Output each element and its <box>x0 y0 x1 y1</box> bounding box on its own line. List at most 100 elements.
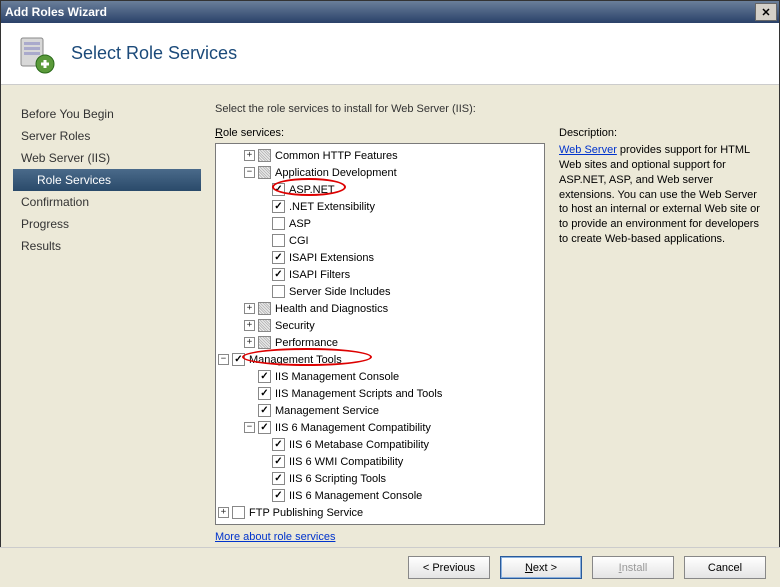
checkbox[interactable] <box>272 217 285 230</box>
checkbox[interactable] <box>258 370 271 383</box>
tree-node[interactable]: IIS 6 Management Console <box>218 487 542 504</box>
checkbox[interactable] <box>272 268 285 281</box>
tree-node[interactable]: IIS 6 Metabase Compatibility <box>218 436 542 453</box>
collapse-icon[interactable]: − <box>218 354 229 365</box>
expander-placeholder <box>258 218 269 229</box>
checkbox[interactable] <box>232 353 245 366</box>
tree-node[interactable]: IIS 6 Scripting Tools <box>218 470 542 487</box>
sidebar-item-confirmation[interactable]: Confirmation <box>17 191 201 213</box>
tree-node[interactable]: +Common HTTP Features <box>218 147 542 164</box>
tree-node[interactable]: IIS Management Scripts and Tools <box>218 385 542 402</box>
checkbox[interactable] <box>272 251 285 264</box>
tree-node-label: ASP.NET <box>289 184 335 196</box>
checkbox[interactable] <box>272 234 285 247</box>
instruction-text: Select the role services to install for … <box>215 103 765 115</box>
wizard-header: Select Role Services <box>1 23 779 85</box>
checkbox[interactable] <box>272 455 285 468</box>
tree-node-label: Health and Diagnostics <box>275 303 388 315</box>
checkbox[interactable] <box>258 149 271 162</box>
description-label: Description: <box>559 127 765 139</box>
role-services-tree[interactable]: +Common HTTP Features − Application Develo… <box>215 143 545 525</box>
checkbox[interactable] <box>258 421 271 434</box>
server-role-icon <box>15 34 55 74</box>
page-title: Select Role Services <box>71 43 237 64</box>
checkbox[interactable] <box>272 285 285 298</box>
expander-placeholder <box>258 184 269 195</box>
checkbox[interactable] <box>258 387 271 400</box>
sidebar-item-progress[interactable]: Progress <box>17 213 201 235</box>
tree-node[interactable]: Server Side Includes <box>218 283 542 300</box>
checkbox[interactable] <box>258 166 271 179</box>
tree-node[interactable]: IIS Management Console <box>218 368 542 385</box>
tree-node-label: Server Side Includes <box>289 286 391 298</box>
tree-node[interactable]: CGI <box>218 232 542 249</box>
window-title: Add Roles Wizard <box>5 5 755 19</box>
sidebar-item-role-services[interactable]: Role Services <box>13 169 201 191</box>
expand-icon[interactable]: + <box>244 150 255 161</box>
sidebar-item-web-server-iis-[interactable]: Web Server (IIS) <box>17 147 201 169</box>
expander-placeholder <box>258 473 269 484</box>
next-button[interactable]: Next > <box>500 556 582 579</box>
expander-placeholder <box>244 371 255 382</box>
expander-placeholder <box>258 252 269 263</box>
expander-placeholder <box>244 405 255 416</box>
tree-node-label: ISAPI Extensions <box>289 252 374 264</box>
expander-placeholder <box>258 235 269 246</box>
checkbox[interactable] <box>258 319 271 332</box>
expand-icon[interactable]: + <box>244 337 255 348</box>
expand-icon[interactable]: + <box>244 320 255 331</box>
tree-node[interactable]: − IIS 6 Management Compatibility <box>218 419 542 436</box>
titlebar: Add Roles Wizard ✕ <box>1 1 779 23</box>
tree-node[interactable]: − Management Tools <box>218 351 542 368</box>
expand-icon[interactable]: + <box>218 507 229 518</box>
tree-node[interactable]: + Health and Diagnostics <box>218 300 542 317</box>
tree-node[interactable]: ISAPI Extensions <box>218 249 542 266</box>
checkbox[interactable] <box>272 472 285 485</box>
tree-node-label: IIS 6 WMI Compatibility <box>289 456 403 468</box>
checkbox[interactable] <box>232 506 245 519</box>
more-about-link[interactable]: More about role services <box>215 531 545 543</box>
tree-node[interactable]: IIS 6 WMI Compatibility <box>218 453 542 470</box>
previous-button[interactable]: < Previous <box>408 556 490 579</box>
sidebar-item-results[interactable]: Results <box>17 235 201 257</box>
content-area: Before You BeginServer RolesWeb Server (… <box>1 85 779 553</box>
tree-node[interactable]: ISAPI Filters <box>218 266 542 283</box>
tree-node[interactable]: − Application Development <box>218 164 542 181</box>
tree-node[interactable]: Management Service <box>218 402 542 419</box>
expander-placeholder <box>258 269 269 280</box>
tree-node[interactable]: ASP.NET <box>218 181 542 198</box>
web-server-link[interactable]: Web Server <box>559 144 617 156</box>
tree-node-label: .NET Extensibility <box>289 201 375 213</box>
close-button[interactable]: ✕ <box>755 3 777 21</box>
checkbox[interactable] <box>258 302 271 315</box>
tree-node-label: Management Service <box>275 405 379 417</box>
tree-node-label: FTP Publishing Service <box>249 507 363 519</box>
expander-placeholder <box>258 439 269 450</box>
sidebar-item-server-roles[interactable]: Server Roles <box>17 125 201 147</box>
cancel-button[interactable]: Cancel <box>684 556 766 579</box>
install-button: IInstallnstall <box>592 556 674 579</box>
tree-node[interactable]: +Performance <box>218 334 542 351</box>
expander-placeholder <box>258 286 269 297</box>
collapse-icon[interactable]: − <box>244 167 255 178</box>
tree-node-label: IIS 6 Management Compatibility <box>275 422 431 434</box>
expand-icon[interactable]: + <box>244 303 255 314</box>
tree-node-label: IIS 6 Management Console <box>289 490 422 502</box>
collapse-icon[interactable]: − <box>244 422 255 433</box>
tree-node-label: IIS Management Console <box>275 371 399 383</box>
checkbox[interactable] <box>272 489 285 502</box>
tree-node[interactable]: ASP <box>218 215 542 232</box>
tree-node[interactable]: .NET Extensibility <box>218 198 542 215</box>
checkbox[interactable] <box>258 336 271 349</box>
tree-node[interactable]: + FTP Publishing Service <box>218 504 542 521</box>
checkbox[interactable] <box>272 438 285 451</box>
tree-node-label: ASP <box>289 218 311 230</box>
checkbox[interactable] <box>272 200 285 213</box>
checkbox[interactable] <box>272 183 285 196</box>
wizard-footer: < Previous Next > IInstallnstall Cancel <box>0 547 780 587</box>
sidebar-item-before-you-begin[interactable]: Before You Begin <box>17 103 201 125</box>
tree-node[interactable]: +Security <box>218 317 542 334</box>
checkbox[interactable] <box>258 404 271 417</box>
tree-node-label: Application Development <box>275 167 397 179</box>
tree-node-label: Management Tools <box>249 354 342 366</box>
